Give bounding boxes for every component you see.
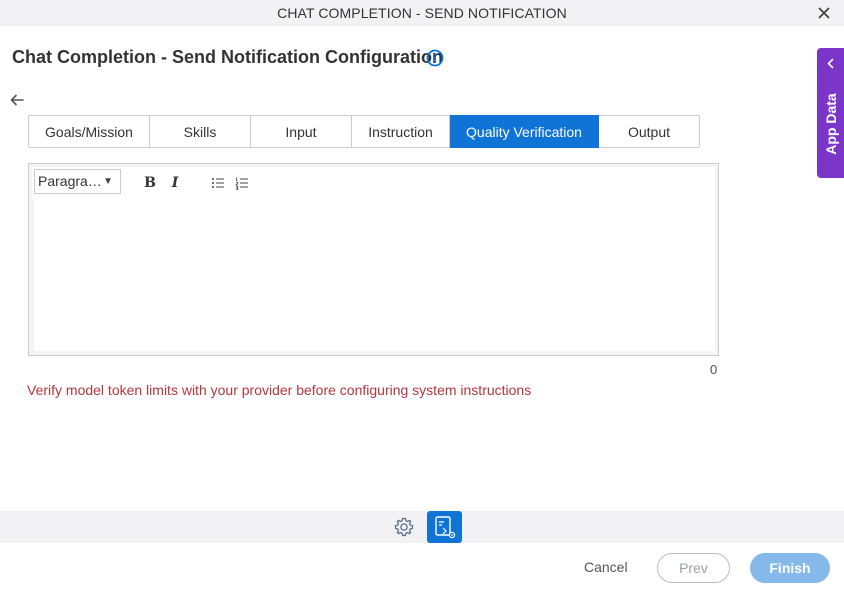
app-data-panel-toggle[interactable]: App Data [817,48,844,178]
bulleted-list-icon [212,178,224,188]
finish-button[interactable]: Finish [750,553,830,583]
gear-icon [394,517,414,537]
app-data-label: App Data [823,93,839,155]
tab-skills[interactable]: Skills [150,115,251,148]
arrow-left-icon [10,94,24,106]
bottom-toolbar [0,511,844,543]
dropdown-caret-icon: ▼ [103,176,113,187]
data-mapper-icon [435,516,456,539]
tab-instruction[interactable]: Instruction [352,115,450,148]
settings-button[interactable] [393,516,415,538]
paragraph-format-select[interactable]: Paragra… ▼ [34,169,121,194]
page-title: Chat Completion - Send Notification Conf… [12,47,443,67]
rich-text-editor: Paragra… ▼ B I [28,163,719,356]
back-button[interactable] [9,92,25,108]
tab-input[interactable]: Input [251,115,352,148]
tab-goals-mission[interactable]: Goals/Mission [28,115,150,148]
editor-toolbar: Paragra… ▼ B I [32,167,715,200]
close-icon [818,7,830,19]
window-title: CHAT COMPLETION - SEND NOTIFICATION [277,5,567,21]
bulleted-list-button[interactable] [208,173,228,193]
data-mapper-button[interactable] [427,511,462,543]
italic-button[interactable]: I [165,173,185,193]
editor-content-area[interactable] [34,200,715,351]
tab-quality-verification[interactable]: Quality Verification [450,115,599,148]
close-button[interactable] [814,3,834,23]
cancel-button[interactable]: Cancel [584,559,628,575]
numbered-list-icon [235,177,248,190]
bold-button[interactable]: B [140,173,160,193]
character-count: 0 [710,362,718,377]
paragraph-format-value: Paragra… [38,173,102,189]
chevron-left-icon [827,58,834,69]
tab-output[interactable]: Output [599,115,700,148]
numbered-list-button[interactable] [232,173,252,193]
token-limit-warning: Verify model token limits with your prov… [27,382,532,398]
title-bar: CHAT COMPLETION - SEND NOTIFICATION [0,0,844,26]
info-button[interactable] [426,49,444,67]
prev-button[interactable]: Prev [657,553,730,583]
tab-bar: Goals/Mission Skills Input Instruction Q… [28,115,700,148]
info-icon [426,49,444,67]
